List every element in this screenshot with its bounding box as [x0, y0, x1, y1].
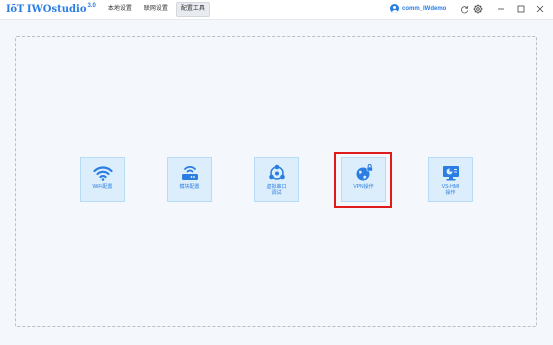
close-icon[interactable] — [534, 3, 546, 15]
tile-label: WiFi配置 — [92, 184, 113, 190]
tools-panel: WiFi配置 模块配置 虚拟串口 调试 VPN操作 VS-HMI 操作 — [15, 36, 537, 327]
user-account[interactable]: comm_IWdemo — [390, 4, 446, 13]
top-menu: 本地设置 联网设置 配置工具 — [104, 0, 214, 20]
tile-label: 模块配置 — [179, 184, 200, 190]
tile-module-config[interactable]: 模块配置 — [167, 157, 212, 202]
app-logo: IōT IWOstudio 3.0 — [6, 0, 96, 20]
tile-label: VS-HMI 操作 — [441, 184, 460, 196]
tile-wifi-config[interactable]: WiFi配置 — [80, 157, 125, 202]
tile-vs-hmi[interactable]: VS-HMI 操作 — [428, 157, 473, 202]
menu-network-settings[interactable]: 联网设置 — [140, 3, 172, 16]
vpn-globe-lock-icon — [354, 164, 374, 182]
tile-label: VPN操作 — [353, 184, 374, 190]
user-avatar-icon — [390, 4, 399, 13]
title-bar: IōT IWOstudio 3.0 本地设置 联网设置 配置工具 comm_IW… — [0, 0, 553, 20]
wifi-icon — [92, 164, 113, 182]
maximize-icon[interactable] — [515, 3, 527, 15]
logo-text: IWOstudio — [26, 4, 87, 15]
logo-version: 3.0 — [87, 2, 96, 9]
app-window: IōT IWOstudio 3.0 本地设置 联网设置 配置工具 comm_IW… — [0, 0, 553, 345]
tile-virtual-serial[interactable]: 虚拟串口 调试 — [254, 157, 299, 202]
hmi-monitor-icon — [441, 164, 461, 182]
tile-vpn[interactable]: VPN操作 — [341, 157, 386, 202]
menu-config-tools[interactable]: 配置工具 — [175, 2, 210, 17]
logo-mark: IōT — [6, 4, 24, 15]
minimize-icon[interactable] — [495, 3, 507, 15]
status-bar — [0, 333, 553, 345]
refresh-icon[interactable] — [458, 3, 470, 15]
router-icon — [180, 164, 200, 182]
tile-label: 虚拟串口 调试 — [266, 184, 287, 196]
menu-local-settings[interactable]: 本地设置 — [104, 3, 136, 16]
virtual-serial-icon — [267, 164, 287, 182]
gear-icon[interactable] — [472, 3, 484, 15]
tool-tiles: WiFi配置 模块配置 虚拟串口 调试 VPN操作 VS-HMI 操作 — [16, 37, 536, 326]
user-name: comm_IWdemo — [402, 5, 447, 12]
